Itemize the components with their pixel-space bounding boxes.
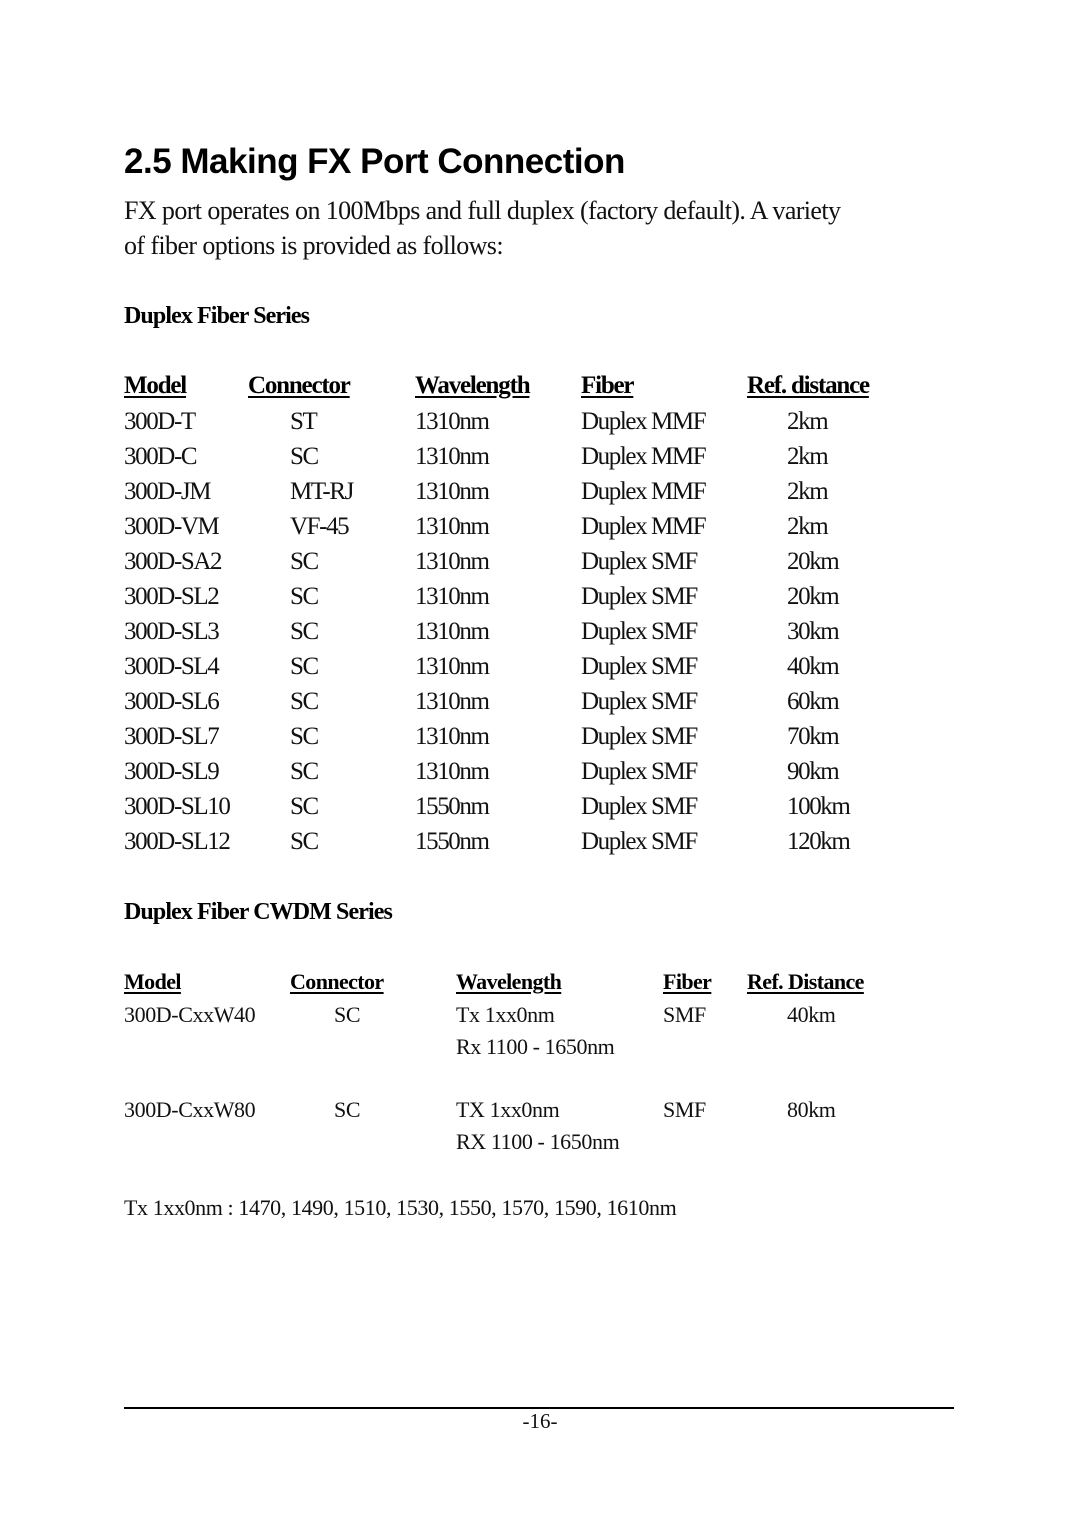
cell-fiber: Duplex MMF bbox=[581, 513, 707, 540]
header-ref-distance: Ref. distance bbox=[747, 372, 870, 399]
cwdm-cell-distance: 80km bbox=[787, 1097, 836, 1122]
cell-ref-distance: 100km bbox=[787, 793, 851, 820]
header-connector: Connector bbox=[248, 372, 351, 399]
cell-ref-distance: 90km bbox=[787, 758, 840, 785]
cell-connector: SC bbox=[290, 583, 319, 610]
cell-connector: SC bbox=[290, 758, 319, 785]
cell-wavelength: 1310nm bbox=[415, 583, 490, 610]
cwdm-cell-model: 300D-CxxW40 bbox=[124, 1002, 256, 1027]
cell-ref-distance: 60km bbox=[787, 688, 840, 715]
page-number: -16- bbox=[522, 1409, 558, 1433]
cell-model: 300D-SL3 bbox=[124, 618, 220, 645]
cell-fiber: Duplex MMF bbox=[581, 408, 707, 435]
cell-wavelength: 1310nm bbox=[415, 723, 490, 750]
cell-fiber: Duplex SMF bbox=[581, 688, 698, 715]
cell-ref-distance: 120km bbox=[787, 828, 851, 855]
cell-model: 300D-C bbox=[124, 443, 198, 470]
intro-line-1: FX port operates on 100Mbps and full dup… bbox=[124, 196, 841, 225]
cell-ref-distance: 30km bbox=[787, 618, 840, 645]
cell-wavelength: 1550nm bbox=[415, 828, 490, 855]
cwdm-series-title: Duplex Fiber CWDM Series bbox=[124, 899, 393, 925]
cwdm-header-model: Model bbox=[124, 969, 181, 994]
header-fiber: Fiber bbox=[581, 372, 635, 399]
cell-ref-distance: 2km bbox=[787, 408, 829, 435]
cell-connector: SC bbox=[290, 688, 319, 715]
cell-fiber: Duplex MMF bbox=[581, 443, 707, 470]
cell-wavelength: 1310nm bbox=[415, 618, 490, 645]
cell-wavelength: 1310nm bbox=[415, 548, 490, 575]
cell-fiber: Duplex SMF bbox=[581, 548, 698, 575]
cell-wavelength: 1310nm bbox=[415, 758, 490, 785]
cwdm-cell-connector: SC bbox=[334, 1097, 361, 1122]
cwdm-cell-rx: Rx 1100 - 1650nm bbox=[456, 1034, 615, 1059]
cell-wavelength: 1550nm bbox=[415, 793, 490, 820]
cell-connector: SC bbox=[290, 723, 319, 750]
intro-line-2: of fiber options is provided as follows: bbox=[124, 231, 504, 260]
cell-ref-distance: 40km bbox=[787, 653, 840, 680]
cell-wavelength: 1310nm bbox=[415, 408, 490, 435]
cell-model: 300D-SL6 bbox=[124, 688, 220, 715]
cell-connector: SC bbox=[290, 828, 319, 855]
cell-wavelength: 1310nm bbox=[415, 653, 490, 680]
cell-connector: ST bbox=[290, 408, 318, 435]
cell-fiber: Duplex MMF bbox=[581, 478, 707, 505]
cell-ref-distance: 2km bbox=[787, 513, 829, 540]
cwdm-cell-distance: 40km bbox=[787, 1002, 836, 1027]
cwdm-cell-connector: SC bbox=[334, 1002, 361, 1027]
cell-fiber: Duplex SMF bbox=[581, 758, 698, 785]
cell-model: 300D-SA2 bbox=[124, 548, 223, 575]
cell-model: 300D-SL7 bbox=[124, 723, 220, 750]
cell-connector: SC bbox=[290, 548, 319, 575]
cell-connector: SC bbox=[290, 618, 319, 645]
cell-connector: SC bbox=[290, 653, 319, 680]
cell-connector: VF-45 bbox=[290, 513, 350, 540]
cell-model: 300D-SL2 bbox=[124, 583, 220, 610]
cell-model: 300D-VM bbox=[124, 513, 220, 540]
cwdm-header-fiber: Fiber bbox=[663, 969, 712, 994]
cell-model: 300D-JM bbox=[124, 478, 211, 505]
section-heading: 2.5 Making FX Port Connection bbox=[124, 142, 625, 181]
cell-wavelength: 1310nm bbox=[415, 688, 490, 715]
cell-connector: MT-RJ bbox=[290, 478, 354, 505]
cell-wavelength: 1310nm bbox=[415, 513, 490, 540]
cwdm-cell-model: 300D-CxxW80 bbox=[124, 1097, 256, 1122]
cell-fiber: Duplex SMF bbox=[581, 793, 698, 820]
cell-ref-distance: 2km bbox=[787, 478, 829, 505]
cell-model: 300D-SL9 bbox=[124, 758, 220, 785]
cell-model: 300D-T bbox=[124, 408, 196, 435]
duplex-series-title: Duplex Fiber Series bbox=[124, 303, 310, 329]
cell-model: 300D-SL4 bbox=[124, 653, 220, 680]
header-wavelength: Wavelength bbox=[415, 372, 531, 399]
cell-fiber: Duplex SMF bbox=[581, 618, 698, 645]
cwdm-cell-rx: RX 1100 - 1650nm bbox=[456, 1129, 620, 1154]
cell-ref-distance: 20km bbox=[787, 583, 840, 610]
cell-ref-distance: 70km bbox=[787, 723, 840, 750]
cwdm-header-connector: Connector bbox=[290, 969, 384, 994]
cwdm-header-ref-distance: Ref. Distance bbox=[747, 969, 864, 994]
cwdm-wavelength-note: Tx 1xx0nm : 1470, 1490, 1510, 1530, 1550… bbox=[124, 1195, 677, 1220]
cell-fiber: Duplex SMF bbox=[581, 653, 698, 680]
cwdm-cell-tx: TX 1xx0nm bbox=[456, 1097, 560, 1122]
cell-connector: SC bbox=[290, 793, 319, 820]
cell-model: 300D-SL12 bbox=[124, 828, 231, 855]
cell-ref-distance: 2km bbox=[787, 443, 829, 470]
header-model: Model bbox=[124, 372, 187, 399]
cwdm-cell-fiber: SMF bbox=[663, 1002, 706, 1027]
cell-model: 300D-SL10 bbox=[124, 793, 231, 820]
cell-fiber: Duplex SMF bbox=[581, 828, 698, 855]
cwdm-header-wavelength: Wavelength bbox=[456, 969, 562, 994]
cell-wavelength: 1310nm bbox=[415, 443, 490, 470]
cell-fiber: Duplex SMF bbox=[581, 723, 698, 750]
cell-wavelength: 1310nm bbox=[415, 478, 490, 505]
cell-connector: SC bbox=[290, 443, 319, 470]
cell-fiber: Duplex SMF bbox=[581, 583, 698, 610]
cwdm-cell-tx: Tx 1xx0nm bbox=[456, 1002, 555, 1027]
cell-ref-distance: 20km bbox=[787, 548, 840, 575]
cwdm-cell-fiber: SMF bbox=[663, 1097, 706, 1122]
